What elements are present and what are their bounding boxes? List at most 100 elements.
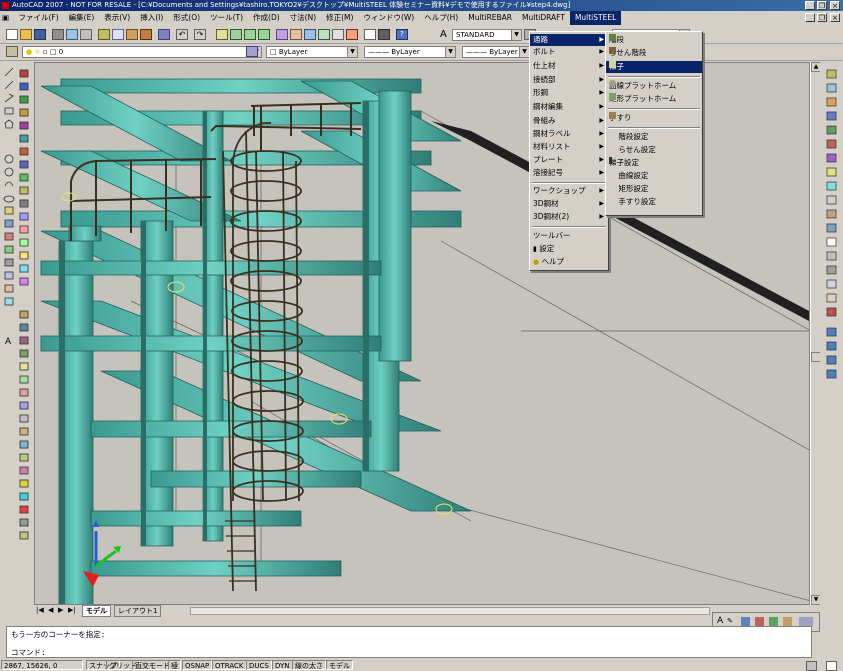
toggle-polar[interactable]: 極 — [168, 660, 181, 670]
menu-item-settings[interactable]: ▮ 設定 — [530, 243, 608, 255]
menu-item-path[interactable]: 通路 ▶ — [530, 34, 608, 46]
toggle-lineweight[interactable]: 線の太さ — [292, 660, 326, 670]
annotation-scale-icon[interactable]: A — [717, 616, 723, 626]
redo-icon[interactable]: ↷ — [194, 29, 206, 40]
minimize-button[interactable]: _ — [805, 1, 815, 10]
menu-item-bolt[interactable]: ボルト ▶ — [530, 46, 608, 58]
lineweight-combo[interactable]: ——— ByLayer ▼ — [462, 46, 530, 58]
pan-icon[interactable] — [216, 29, 228, 40]
undo-icon[interactable]: ↶ — [176, 29, 188, 40]
submenu-item-rect-platform[interactable]: 矩形プラットホーム — [606, 93, 702, 105]
tool-icons-right[interactable] — [820, 62, 843, 607]
text-style-icon[interactable] — [364, 29, 376, 40]
dimension-icon[interactable] — [378, 29, 390, 40]
menu-item-finish[interactable]: 仕上材 ▶ — [530, 60, 608, 72]
menu-window[interactable]: ウィンドウ(W) — [358, 11, 419, 25]
match-properties-icon[interactable] — [140, 29, 152, 40]
doc-restore-button[interactable]: ❐ — [817, 13, 827, 22]
menu-item-weld-symbol[interactable]: 溶接記号 ▶ — [530, 167, 608, 179]
submenu-item-handrail[interactable]: 手すり — [606, 112, 702, 124]
menu-item-workshop[interactable]: ワークショップ ▶ — [530, 185, 608, 197]
menu-tools[interactable]: ツール(T) — [205, 11, 248, 25]
doc-minimize-button[interactable]: _ — [805, 13, 815, 22]
menu-item-help[interactable]: ● ヘルプ — [530, 256, 608, 268]
tool-palettes-icon[interactable] — [304, 29, 316, 40]
menu-multidraft[interactable]: MultiDRAFT — [517, 11, 570, 25]
help-icon[interactable]: ? — [396, 29, 408, 40]
menu-help[interactable]: ヘルプ(H) — [419, 11, 463, 25]
menu-file[interactable]: ファイル(F) — [13, 11, 63, 25]
submenu-item-stair[interactable]: 階段 — [606, 34, 702, 46]
zoom-realtime-icon[interactable] — [230, 29, 242, 40]
menu-insert[interactable]: 挿入(I) — [135, 11, 168, 25]
tab-layout1[interactable]: レイアウト1 — [114, 605, 162, 617]
copy-icon[interactable] — [112, 29, 124, 40]
menu-item-frame[interactable]: 骨組み ▶ — [530, 115, 608, 127]
paste-icon[interactable] — [126, 29, 138, 40]
tray-icon-1[interactable] — [741, 617, 750, 626]
restore-button[interactable]: ❐ — [817, 1, 827, 10]
tab-nav-prev[interactable]: ◀ — [48, 605, 53, 616]
command-window[interactable]: もう一方のコーナーを指定: コマンド: — [6, 626, 812, 658]
submenu-item-curve-settings[interactable]: 曲線設定 — [606, 170, 702, 182]
tab-model[interactable]: モデル — [82, 605, 111, 617]
menu-draw[interactable]: 作成(D) — [248, 11, 285, 25]
publish-icon[interactable] — [80, 29, 92, 40]
tray-icon-3[interactable] — [769, 617, 778, 626]
submenu-item-ladder[interactable]: 梯子 — [606, 61, 702, 73]
tray-icon-5[interactable] — [799, 617, 813, 626]
menu-multisteel[interactable]: MultiSTEEL — [569, 11, 622, 25]
doc-icon[interactable]: ▣ — [0, 11, 11, 25]
toggle-dyn[interactable]: DYN — [272, 660, 293, 670]
horizontal-scrollbar[interactable] — [190, 607, 710, 615]
menu-item-steel-edit[interactable]: 鋼材編集 ▶ — [530, 101, 608, 113]
design-center-icon[interactable] — [290, 29, 302, 40]
make-layer-current-icon[interactable] — [246, 46, 258, 57]
submenu-item-stair-settings[interactable]: 階段設定 — [606, 131, 702, 143]
color-combo[interactable]: □ ByLayer ▼ — [266, 46, 358, 58]
comm-center-icon[interactable] — [806, 661, 817, 671]
command-prompt[interactable]: コマンド: — [11, 647, 46, 658]
new-icon[interactable] — [6, 29, 18, 40]
zoom-window-icon[interactable] — [244, 29, 256, 40]
menu-item-steel-label[interactable]: 鋼材ラベル ▶ — [530, 128, 608, 140]
tray-icon-2[interactable] — [755, 617, 764, 626]
text-style-combo[interactable]: STANDARD ▼ — [452, 29, 522, 41]
menu-item-material-list[interactable]: 材料リスト ▶ — [530, 141, 608, 153]
print-icon[interactable] — [52, 29, 64, 40]
close-button[interactable]: × — [830, 1, 840, 10]
submenu-item-curved-platform[interactable]: 曲線プラットホーム — [606, 80, 702, 92]
layer-combo[interactable]: ● ☼ ▫ □ 0 ▼ — [22, 46, 262, 58]
submenu-item-spiral-settings[interactable]: らせん設定 — [606, 144, 702, 156]
doc-close-button[interactable]: × — [830, 13, 840, 22]
linetype-combo[interactable]: ——— ByLayer ▼ — [364, 46, 456, 58]
menu-edit[interactable]: 編集(E) — [64, 11, 100, 25]
open-icon[interactable] — [20, 29, 32, 40]
menu-item-connection[interactable]: 接続部 ▶ — [530, 74, 608, 86]
toggle-ortho[interactable]: 直交モード — [132, 660, 173, 670]
menu-modify[interactable]: 修正(M) — [321, 11, 358, 25]
menu-item-3d-steel-2[interactable]: 3D鋼材(2) ▶ — [530, 211, 608, 223]
menu-multirebar[interactable]: MultiREBAR — [463, 11, 517, 25]
tool-icons-left[interactable]: A — [0, 62, 32, 607]
menu-dimension[interactable]: 寸法(N) — [285, 11, 321, 25]
tray-icon-4[interactable] — [783, 617, 792, 626]
tab-nav-next[interactable]: ▶ — [58, 605, 63, 616]
block-editor-icon[interactable] — [158, 29, 170, 40]
toggle-osnap[interactable]: OSNAP — [182, 660, 213, 670]
markup-icon[interactable] — [332, 29, 344, 40]
toggle-otrack[interactable]: OTRACK — [212, 660, 247, 670]
clean-screen-icon[interactable] — [826, 661, 837, 671]
tab-nav-first[interactable]: |◀ — [36, 605, 44, 616]
submenu-item-ladder-settings[interactable]: 梯子設定 — [606, 157, 702, 169]
toggle-ducs[interactable]: DUCS — [246, 660, 272, 670]
cut-icon[interactable] — [98, 29, 110, 40]
save-icon[interactable] — [34, 29, 46, 40]
coordinates-readout[interactable]: 2867, 15626, 0 — [1, 660, 83, 670]
zoom-previous-icon[interactable] — [258, 29, 270, 40]
properties-icon[interactable] — [276, 29, 288, 40]
submenu-item-spiral-stair[interactable]: らせん階段 — [606, 47, 702, 59]
menu-view[interactable]: 表示(V) — [99, 11, 135, 25]
submenu-item-handrail-settings[interactable]: 手すり設定 — [606, 196, 702, 208]
menu-item-plate[interactable]: プレート ▶ — [530, 154, 608, 166]
